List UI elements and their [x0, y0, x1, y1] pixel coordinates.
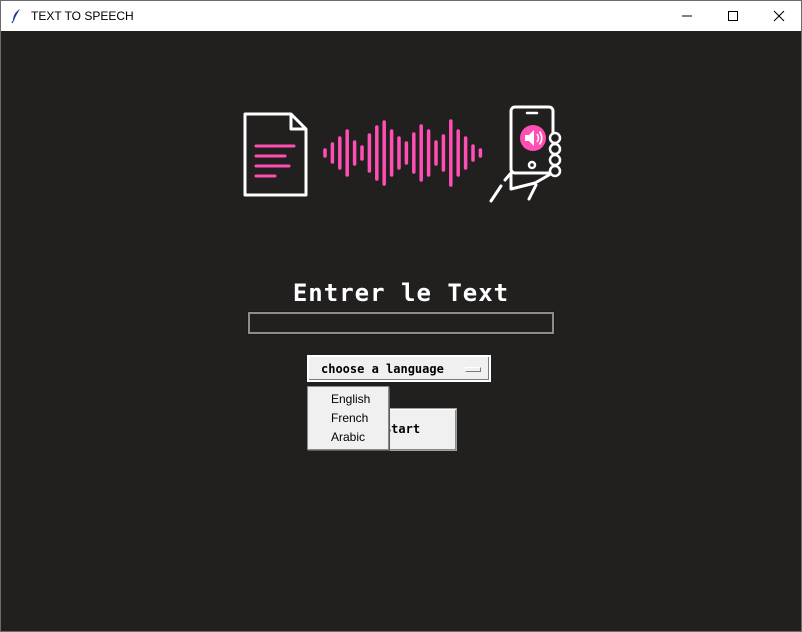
text-input[interactable] — [247, 311, 555, 335]
minimize-icon — [682, 15, 692, 17]
maximize-button[interactable] — [710, 1, 756, 31]
document-icon — [243, 112, 308, 197]
maximize-icon — [728, 11, 738, 21]
title-bar[interactable]: TEXT TO SPEECH — [1, 1, 801, 31]
language-menubutton[interactable]: choose a language — [307, 355, 491, 382]
app-window: TEXT TO SPEECH Entrer le Text Start choo… — [0, 0, 802, 632]
window-title: TEXT TO SPEECH — [31, 9, 134, 23]
language-option-english[interactable]: English — [308, 390, 388, 409]
language-option-arabic[interactable]: Arabic — [308, 428, 388, 447]
text-to-speech-banner — [243, 105, 562, 203]
language-dropdown-menu: English French Arabic — [307, 386, 389, 450]
feather-app-icon — [11, 9, 20, 24]
phone-speaker-icon — [489, 105, 562, 203]
language-button-label: choose a language — [321, 362, 444, 376]
main-panel: Entrer le Text Start choose a language E… — [1, 31, 801, 631]
minimize-button[interactable] — [664, 1, 710, 31]
sound-wave-icon — [323, 119, 483, 187]
close-icon — [773, 10, 785, 22]
prompt-label: Entrer le Text — [292, 279, 510, 307]
option-menu-indicator-icon — [465, 367, 481, 372]
language-option-french[interactable]: French — [308, 409, 388, 428]
close-button[interactable] — [756, 1, 802, 31]
